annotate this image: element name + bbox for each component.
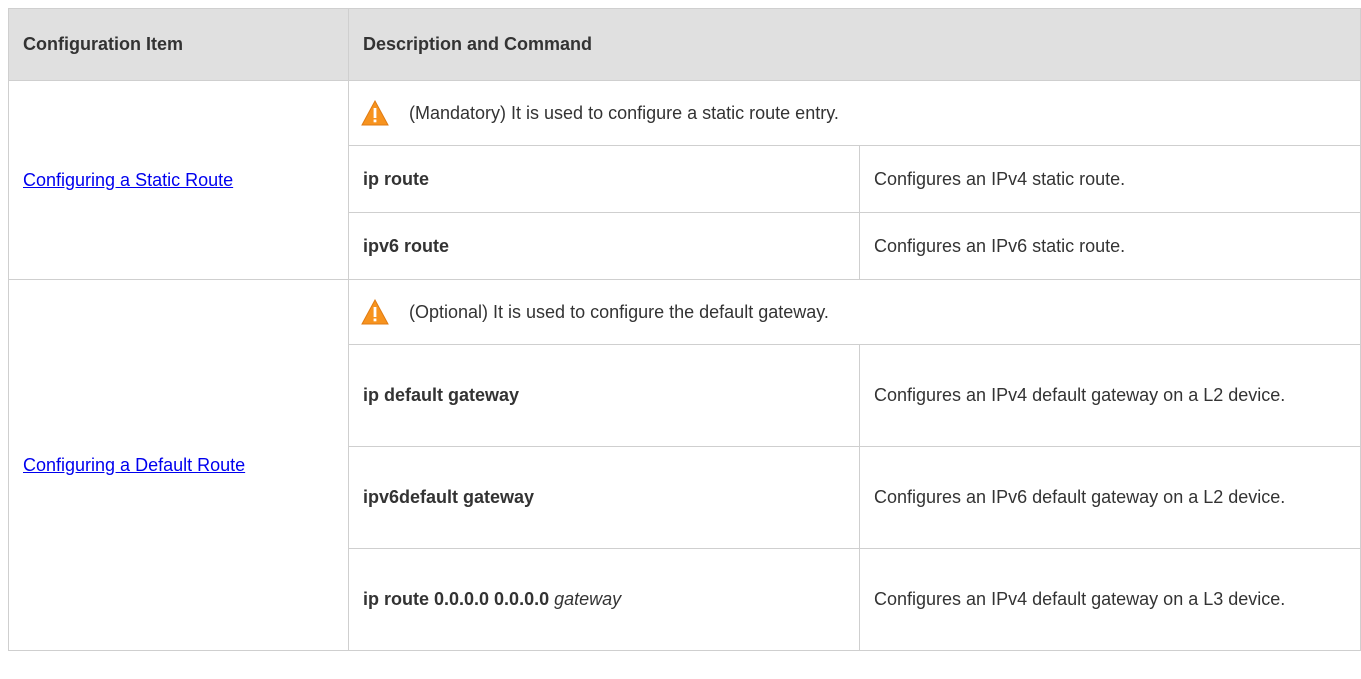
description-cell: Configures an IPv4 default gateway on a … — [859, 344, 1361, 447]
command-text: ip route 0.0.0.0 0.0.0.0 — [363, 589, 550, 609]
section-note-row: Configuring a Static Route (Mandatory) I… — [8, 80, 1361, 280]
mandatory-note-cell: (Mandatory) It is used to configure a st… — [348, 80, 1361, 146]
section-note-row: Configuring a Default Route (Optional) I… — [8, 279, 1361, 651]
table-header-row: Configuration Item Description and Comma… — [8, 8, 1361, 81]
column-header-configuration-item: Configuration Item — [8, 8, 349, 81]
configuration-item-cell: Configuring a Static Route — [8, 80, 349, 280]
command-argument: gateway — [554, 589, 622, 609]
command-cell: ipv6 route — [348, 212, 860, 280]
configuration-table: Configuration Item Description and Comma… — [8, 8, 1361, 651]
configuring-static-route-link[interactable]: Configuring a Static Route — [23, 170, 233, 190]
warning-triangle-icon — [361, 299, 389, 325]
optional-note-cell: (Optional) It is used to configure the d… — [348, 279, 1361, 345]
description-cell: Configures an IPv6 static route. — [859, 212, 1361, 280]
column-header-description-and-command: Description and Command — [348, 8, 1361, 81]
description-cell: Configures an IPv4 default gateway on a … — [859, 548, 1361, 651]
configuring-default-route-link[interactable]: Configuring a Default Route — [23, 455, 245, 475]
description-cell: Configures an IPv6 default gateway on a … — [859, 446, 1361, 549]
command-cell: ipv6default gateway — [348, 446, 860, 549]
note-text: (Optional) It is used to configure the d… — [409, 301, 829, 322]
description-cell: Configures an IPv4 static route. — [859, 145, 1361, 213]
warning-triangle-icon — [361, 100, 389, 126]
command-cell: ip route 0.0.0.0 0.0.0.0 gateway — [348, 548, 860, 651]
note-text: (Mandatory) It is used to configure a st… — [409, 102, 839, 123]
configuration-item-cell: Configuring a Default Route — [8, 279, 349, 651]
command-cell: ip default gateway — [348, 344, 860, 447]
command-cell: ip route — [348, 145, 860, 213]
